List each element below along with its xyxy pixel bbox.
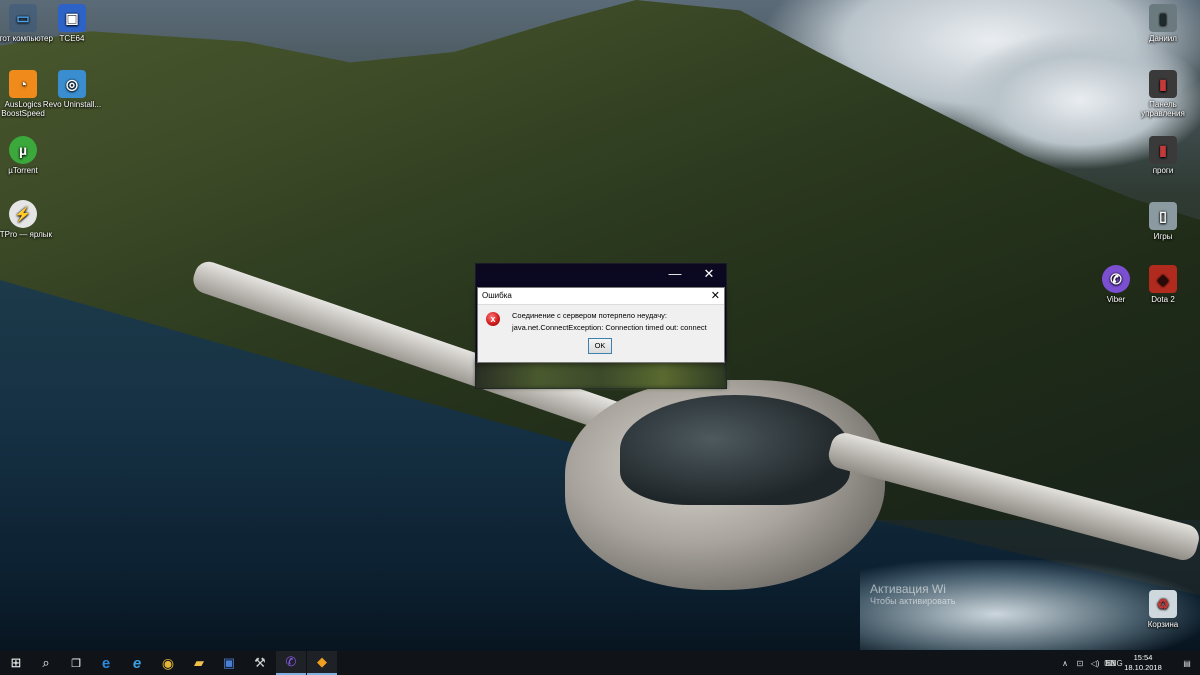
dialog-message-line1: Соединение с сервером потерпело неудачу: — [512, 311, 667, 320]
java-app-icon: ◆ — [317, 654, 327, 669]
desktop-icon-label: Панель управления — [1141, 100, 1185, 118]
chevron-up-icon: ∧ — [1062, 658, 1068, 668]
folder-programs-icon: ▮ — [1149, 136, 1177, 164]
taskbar-clock[interactable]: 15:54 18.10.2018 — [1120, 653, 1166, 673]
dialog-message-line2: java.net.ConnectException: Connection ti… — [512, 323, 707, 332]
dota2-icon: ◆ — [1149, 265, 1177, 293]
desktop-icon-label: Даниил — [1149, 34, 1177, 43]
close-button[interactable]: ✕ — [692, 264, 726, 286]
tools-app-button[interactable]: ⚒ — [245, 651, 275, 675]
desktop-icon-label: DTPro — ярлык — [0, 230, 52, 239]
tray-network[interactable]: ⊡ — [1073, 651, 1087, 675]
desktop-icon-control-panel[interactable]: ▮ Панель управления — [1133, 70, 1193, 118]
computer-icon: ▭ — [9, 4, 37, 32]
watermark-line2: Чтобы активировать — [870, 596, 956, 606]
chrome-button[interactable]: ◉ — [153, 651, 183, 675]
window-blurred-content — [476, 360, 726, 388]
error-dialog: Ошибка ✕ x Соединение с сервером потерпе… — [477, 287, 725, 363]
desktop-icon-dota2[interactable]: ◆ Dota 2 — [1133, 265, 1193, 304]
volume-icon: ◁) — [1090, 658, 1100, 668]
network-icon: ⊡ — [1076, 658, 1084, 668]
wallpaper-plane-canopy — [620, 395, 850, 505]
desktop-icon-label: Revo Uninstall... — [42, 100, 102, 109]
chrome-icon: ◉ — [161, 654, 175, 671]
recycle-bin-icon: ♻ — [1149, 590, 1177, 618]
dialog-titlebar[interactable]: Ошибка ✕ — [478, 288, 724, 305]
control-panel-icon: ▮ — [1149, 70, 1177, 98]
desktop-icon-tce64[interactable]: ▣ TCE64 — [42, 4, 102, 43]
clock-time: 15:54 — [1133, 653, 1153, 662]
ie-button[interactable]: e — [122, 651, 152, 675]
dialog-title: Ошибка — [482, 291, 512, 300]
search-icon: ⌕ — [42, 655, 50, 670]
internet-explorer-icon: e — [132, 654, 142, 672]
desktop-icon-user-folder[interactable]: ▮ Даниил — [1133, 4, 1193, 43]
desktop-icon-recycle-bin[interactable]: ♻ Корзина — [1133, 590, 1193, 629]
start-button[interactable]: ⊞ — [1, 651, 31, 675]
activation-watermark: Активация Wi Чтобы активировать — [870, 582, 955, 606]
action-center-button[interactable]: ▤ — [1176, 651, 1198, 675]
user-folder-icon: ▮ — [1149, 4, 1177, 32]
windows-logo-icon: ⊞ — [10, 655, 22, 670]
desktop-icon-dtpro[interactable]: ⚡ DTPro — ярлык — [0, 200, 53, 239]
dialog-message: Соединение с сервером потерпело неудачу:… — [512, 310, 707, 334]
ok-button[interactable]: OK — [588, 338, 612, 354]
daemon-tools-icon: ⚡ — [9, 200, 37, 228]
minimize-button[interactable]: — — [658, 264, 692, 286]
desktop-icon-label: Игры — [1153, 232, 1173, 241]
desktop-icon-label: проги — [1152, 166, 1174, 175]
speedometer-icon: ◔ — [9, 70, 37, 98]
task-view-icon: ❐ — [71, 657, 81, 670]
taskbar: ⊞ ⌕ ❐ e e ◉ ▰ ▣ ⚒ ✆ ◆ ∧ ⊡ ◁) ⌨ ENG 15:54… — [0, 651, 1200, 675]
desktop-icon-revo[interactable]: ◎ Revo Uninstall... — [42, 70, 102, 109]
desktop-icon-label: TCE64 — [59, 34, 85, 43]
clock-date: 18.10.2018 — [1124, 663, 1162, 672]
viber-icon: ✆ — [1102, 265, 1130, 293]
desktop-icon-label: Dota 2 — [1151, 295, 1175, 304]
notification-icon: ▤ — [1183, 658, 1191, 668]
revo-uninstaller-icon: ◎ — [58, 70, 86, 98]
error-icon: x — [486, 312, 500, 326]
utorrent-icon: µ — [9, 136, 37, 164]
tray-overflow-chevron[interactable]: ∧ — [1058, 651, 1072, 675]
games-folder-icon: ▯ — [1149, 202, 1177, 230]
viber-button[interactable]: ✆ — [276, 651, 306, 675]
search-button[interactable]: ⌕ — [31, 651, 61, 675]
desktop-icon-games-folder[interactable]: ▯ Игры — [1133, 202, 1193, 241]
tray-volume[interactable]: ◁) — [1088, 651, 1102, 675]
explorer-button[interactable]: ▰ — [184, 651, 214, 675]
edge-button[interactable]: e — [91, 651, 121, 675]
floppy-disk-icon: ▣ — [222, 655, 236, 670]
java-app-button[interactable]: ◆ — [307, 651, 337, 675]
desktop-icon-utorrent[interactable]: µ µTorrent — [0, 136, 53, 175]
file-explorer-icon: ▰ — [194, 655, 204, 670]
floppy-disk-icon: ▣ — [58, 4, 86, 32]
watermark-line1: Активация Wi — [870, 582, 946, 596]
viber-icon: ✆ — [285, 654, 297, 669]
floppy-app-button[interactable]: ▣ — [214, 651, 244, 675]
dialog-close-icon[interactable]: ✕ — [711, 289, 720, 302]
task-view-button[interactable]: ❐ — [61, 651, 91, 675]
desktop-icon-programs-folder[interactable]: ▮ проги — [1133, 136, 1193, 175]
desktop-icon-label: µTorrent — [8, 166, 38, 175]
desktop-icon-label: Корзина — [1147, 620, 1179, 629]
tools-icon: ⚒ — [254, 655, 266, 670]
edge-icon: e — [101, 654, 111, 672]
